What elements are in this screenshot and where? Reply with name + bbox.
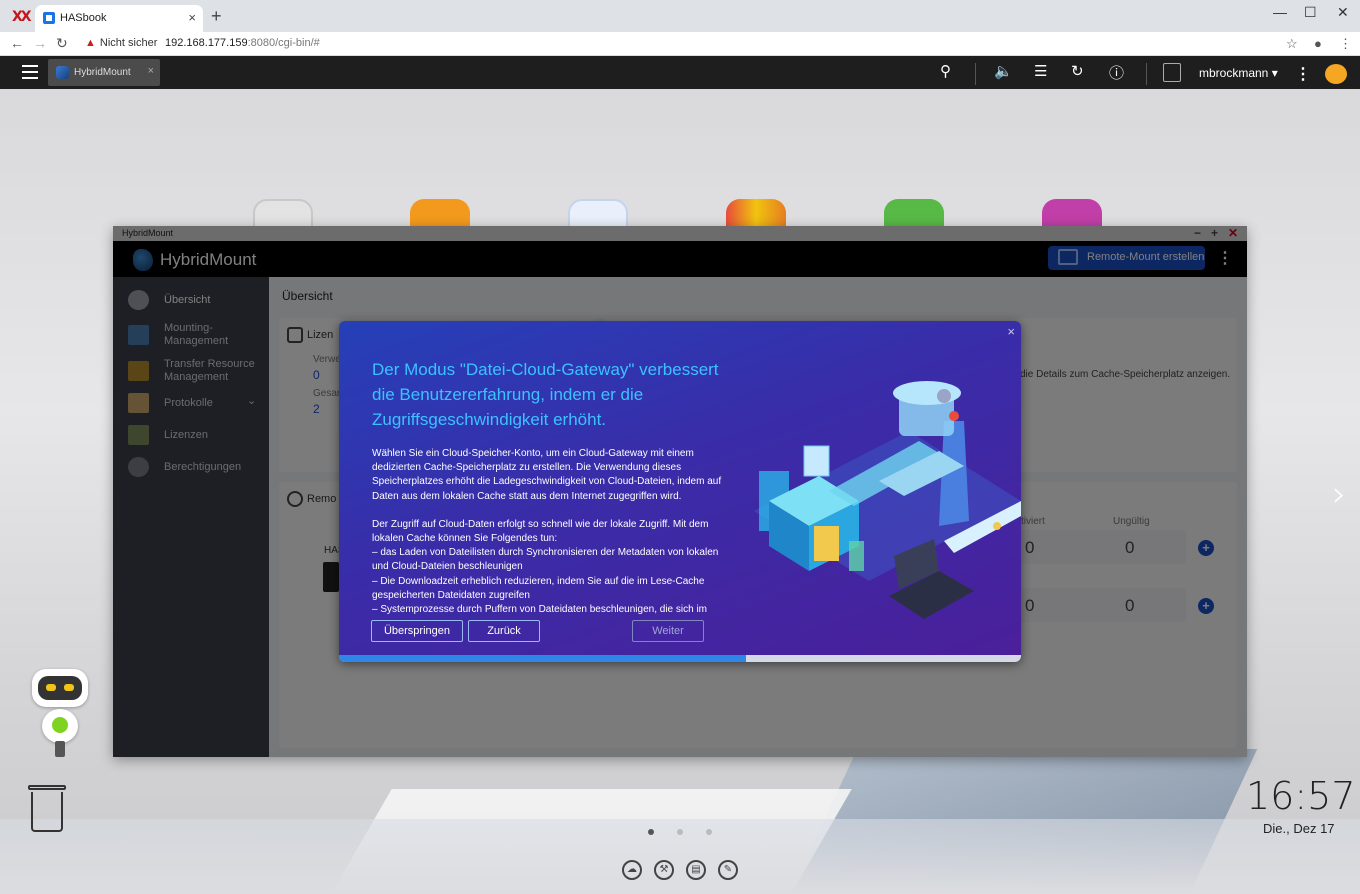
user-icon[interactable]: [1163, 63, 1181, 82]
dialog-bullet: – das Laden von Dateilisten durch Synchr…: [372, 547, 719, 573]
wizard-progress-fill: [339, 655, 747, 662]
qts-more-icon[interactable]: ⋮: [1295, 64, 1311, 84]
dialog-headline: Der Modus "Datei-Cloud-Gateway" verbesse…: [372, 360, 719, 429]
main-menu-icon[interactable]: [22, 65, 38, 79]
warning-icon: ▲: [85, 37, 96, 49]
window-minimize-button[interactable]: —: [1273, 4, 1287, 20]
url-path: :8080/cgi-bin/#: [247, 37, 320, 49]
wizard-progress-bar: [339, 655, 1021, 662]
browser-tab-hasbook[interactable]: HASbook ×: [35, 5, 203, 32]
next-page-arrow-icon[interactable]: ›: [1332, 474, 1346, 515]
page-dot[interactable]: [706, 829, 712, 835]
desktop-app-help-icon[interactable]: [884, 199, 944, 229]
username-menu[interactable]: mbrockmann ▾: [1199, 66, 1278, 80]
dialog-bullet: – Systemprozesse durch Puffern von Datei…: [372, 604, 708, 615]
stack-icon[interactable]: ☰: [1034, 62, 1047, 80]
desktop-app-center-icon[interactable]: [726, 199, 786, 229]
browser-toolbar: ← → ↻ ▲ Nicht sicher 192.168.177.159:8080…: [0, 32, 1360, 56]
skip-button[interactable]: Überspringen: [371, 620, 463, 642]
page-dot[interactable]: [648, 829, 654, 835]
desktop-app-hybridbackup-icon[interactable]: [1042, 199, 1102, 229]
tab-close-icon[interactable]: ×: [188, 10, 196, 25]
desktop-app-control-panel-icon[interactable]: [253, 199, 313, 229]
forward-icon[interactable]: →: [33, 35, 47, 51]
qboost-robot-icon[interactable]: [22, 669, 98, 759]
desktop-dock: ☁ ⚒ ▤ ✎: [622, 859, 750, 880]
info-icon[interactable]: ⓘ: [1109, 62, 1124, 83]
bookmark-star-icon[interactable]: ☆: [1286, 36, 1298, 52]
taskbar-app-label: HybridMount: [74, 67, 131, 78]
volume-icon[interactable]: 🔈: [994, 62, 1013, 80]
divider: [1146, 63, 1147, 85]
tools-icon[interactable]: ⚒: [654, 860, 674, 880]
window-close-button[interactable]: ✕: [1337, 4, 1349, 21]
divider: [975, 63, 976, 85]
dialog-bullet: – Die Downloadzeit erheblich reduzieren,…: [372, 575, 705, 601]
security-label: Nicht sicher: [99, 37, 158, 49]
taskbar-app-hybridmount[interactable]: HybridMount ×: [48, 59, 160, 86]
desktop-app-storage-icon[interactable]: [568, 199, 628, 229]
desktop-clock: 16:57: [1246, 774, 1356, 818]
window-maximize-button[interactable]: ☐: [1304, 4, 1317, 21]
trash-icon[interactable]: [28, 785, 66, 833]
back-icon[interactable]: ←: [10, 35, 24, 51]
page-dot[interactable]: [677, 829, 683, 835]
back-button[interactable]: Zurück: [468, 620, 540, 642]
notes-icon[interactable]: ✎: [718, 860, 738, 880]
dashboard-icon[interactable]: [1325, 64, 1347, 84]
search-icon[interactable]: ⚲: [940, 62, 951, 80]
url-host: 192.168.177.159: [165, 37, 248, 49]
desktop-app-file-station-icon[interactable]: [410, 199, 470, 229]
desktop-date: Die., Dez 17: [1263, 821, 1335, 836]
reload-icon[interactable]: ↻: [56, 35, 68, 52]
browser-tab-title: HASbook: [60, 12, 107, 24]
taskbar-close-icon[interactable]: ×: [148, 65, 154, 77]
hybridmount-icon: [56, 66, 69, 79]
dialog-paragraph: Wählen Sie ein Cloud-Speicher-Konto, um …: [372, 448, 722, 502]
next-button[interactable]: Weiter: [632, 620, 704, 642]
cloud-gateway-intro-dialog: × Der Modus "Datei-Cloud-Gateway" verbes…: [339, 321, 1021, 662]
browser-tab-strip: XX HASbook × + — ☐ ✕: [0, 0, 1360, 32]
cloud-gateway-illustration: [754, 381, 1021, 619]
book-icon[interactable]: ▤: [686, 860, 706, 880]
security-indicator[interactable]: ▲ Nicht sicher: [85, 37, 157, 49]
browser-logo: XX: [12, 9, 32, 25]
address-bar[interactable]: 192.168.177.159:8080/cgi-bin/#: [165, 37, 320, 49]
qts-top-bar: HybridMount × ⚲ 🔈 ☰ ↻ ⓘ mbrockmann ▾ ⋮: [0, 56, 1360, 89]
close-icon[interactable]: ×: [1007, 324, 1015, 339]
new-tab-button[interactable]: +: [211, 6, 222, 27]
profile-icon[interactable]: ●: [1314, 36, 1322, 51]
browser-menu-icon[interactable]: ⋮: [1339, 36, 1352, 52]
desktop-page-indicator: [648, 822, 735, 840]
dialog-body: Wählen Sie ein Cloud-Speicher-Konto, um …: [372, 447, 722, 615]
sync-icon[interactable]: ↻: [1071, 62, 1084, 80]
favicon-icon: [43, 12, 55, 24]
dialog-paragraph: Der Zugriff auf Cloud-Daten erfolgt so s…: [372, 518, 709, 545]
cloud-icon[interactable]: ☁: [622, 860, 642, 880]
